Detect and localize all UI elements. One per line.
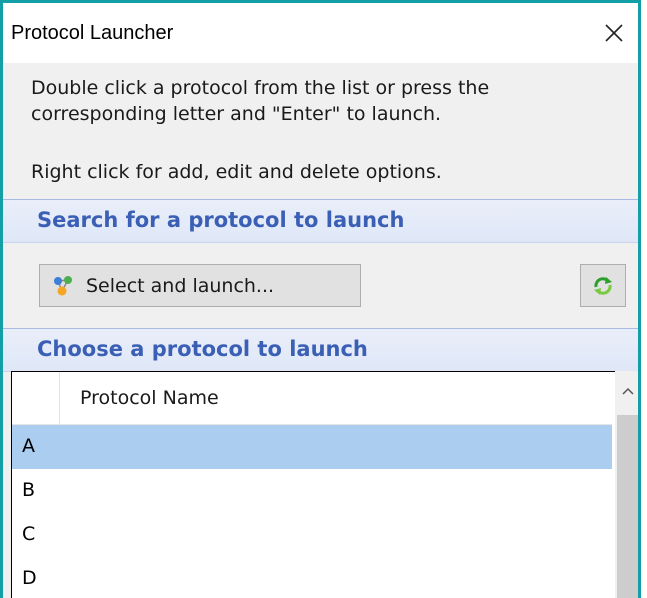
protocol-name-column-header[interactable]: Protocol Name (80, 387, 219, 409)
choose-section-header: Choose a protocol to launch (3, 328, 638, 372)
refresh-button[interactable] (580, 264, 626, 307)
instruction-line-3: Right click for add, edit and delete opt… (31, 161, 442, 183)
molecule-icon (52, 274, 76, 298)
window-title: Protocol Launcher (11, 22, 174, 44)
search-section-title: Search for a protocol to launch (37, 208, 405, 232)
row-letter: B (22, 479, 36, 501)
instructions-panel: Double click a protocol from the list or… (3, 63, 638, 199)
grid-header: Protocol Name (12, 372, 612, 425)
row-letter: D (22, 567, 37, 589)
refresh-icon (594, 276, 612, 295)
grid-header-corner (12, 372, 60, 424)
instruction-line-1: Double click a protocol from the list or… (31, 77, 490, 99)
protocol-row-a[interactable]: A (12, 425, 612, 469)
protocol-row-c[interactable]: C (12, 513, 612, 557)
chevron-up-icon (622, 387, 634, 395)
choose-section-title: Choose a protocol to launch (37, 337, 368, 361)
close-button[interactable] (596, 13, 632, 53)
close-icon (605, 24, 623, 42)
vertical-scrollbar[interactable] (615, 371, 638, 598)
protocol-row-b[interactable]: B (12, 469, 612, 513)
protocol-row-d[interactable]: D (12, 557, 612, 598)
title-bar: Protocol Launcher (3, 3, 638, 63)
scroll-up-button[interactable] (615, 371, 638, 411)
protocol-grid: Protocol Name A B C D (11, 371, 615, 598)
row-letter: A (22, 435, 35, 457)
search-section-header: Search for a protocol to launch (3, 199, 638, 243)
protocol-launcher-window: Protocol Launcher Double click a protoco… (0, 0, 641, 598)
instruction-line-2: corresponding letter and "Enter" to laun… (31, 103, 442, 125)
search-section-body: Select and launch... (3, 243, 638, 331)
select-and-launch-button[interactable]: Select and launch... (39, 264, 361, 307)
select-and-launch-label: Select and launch... (86, 274, 275, 297)
scroll-thumb[interactable] (617, 415, 638, 598)
row-letter: C (22, 523, 36, 545)
